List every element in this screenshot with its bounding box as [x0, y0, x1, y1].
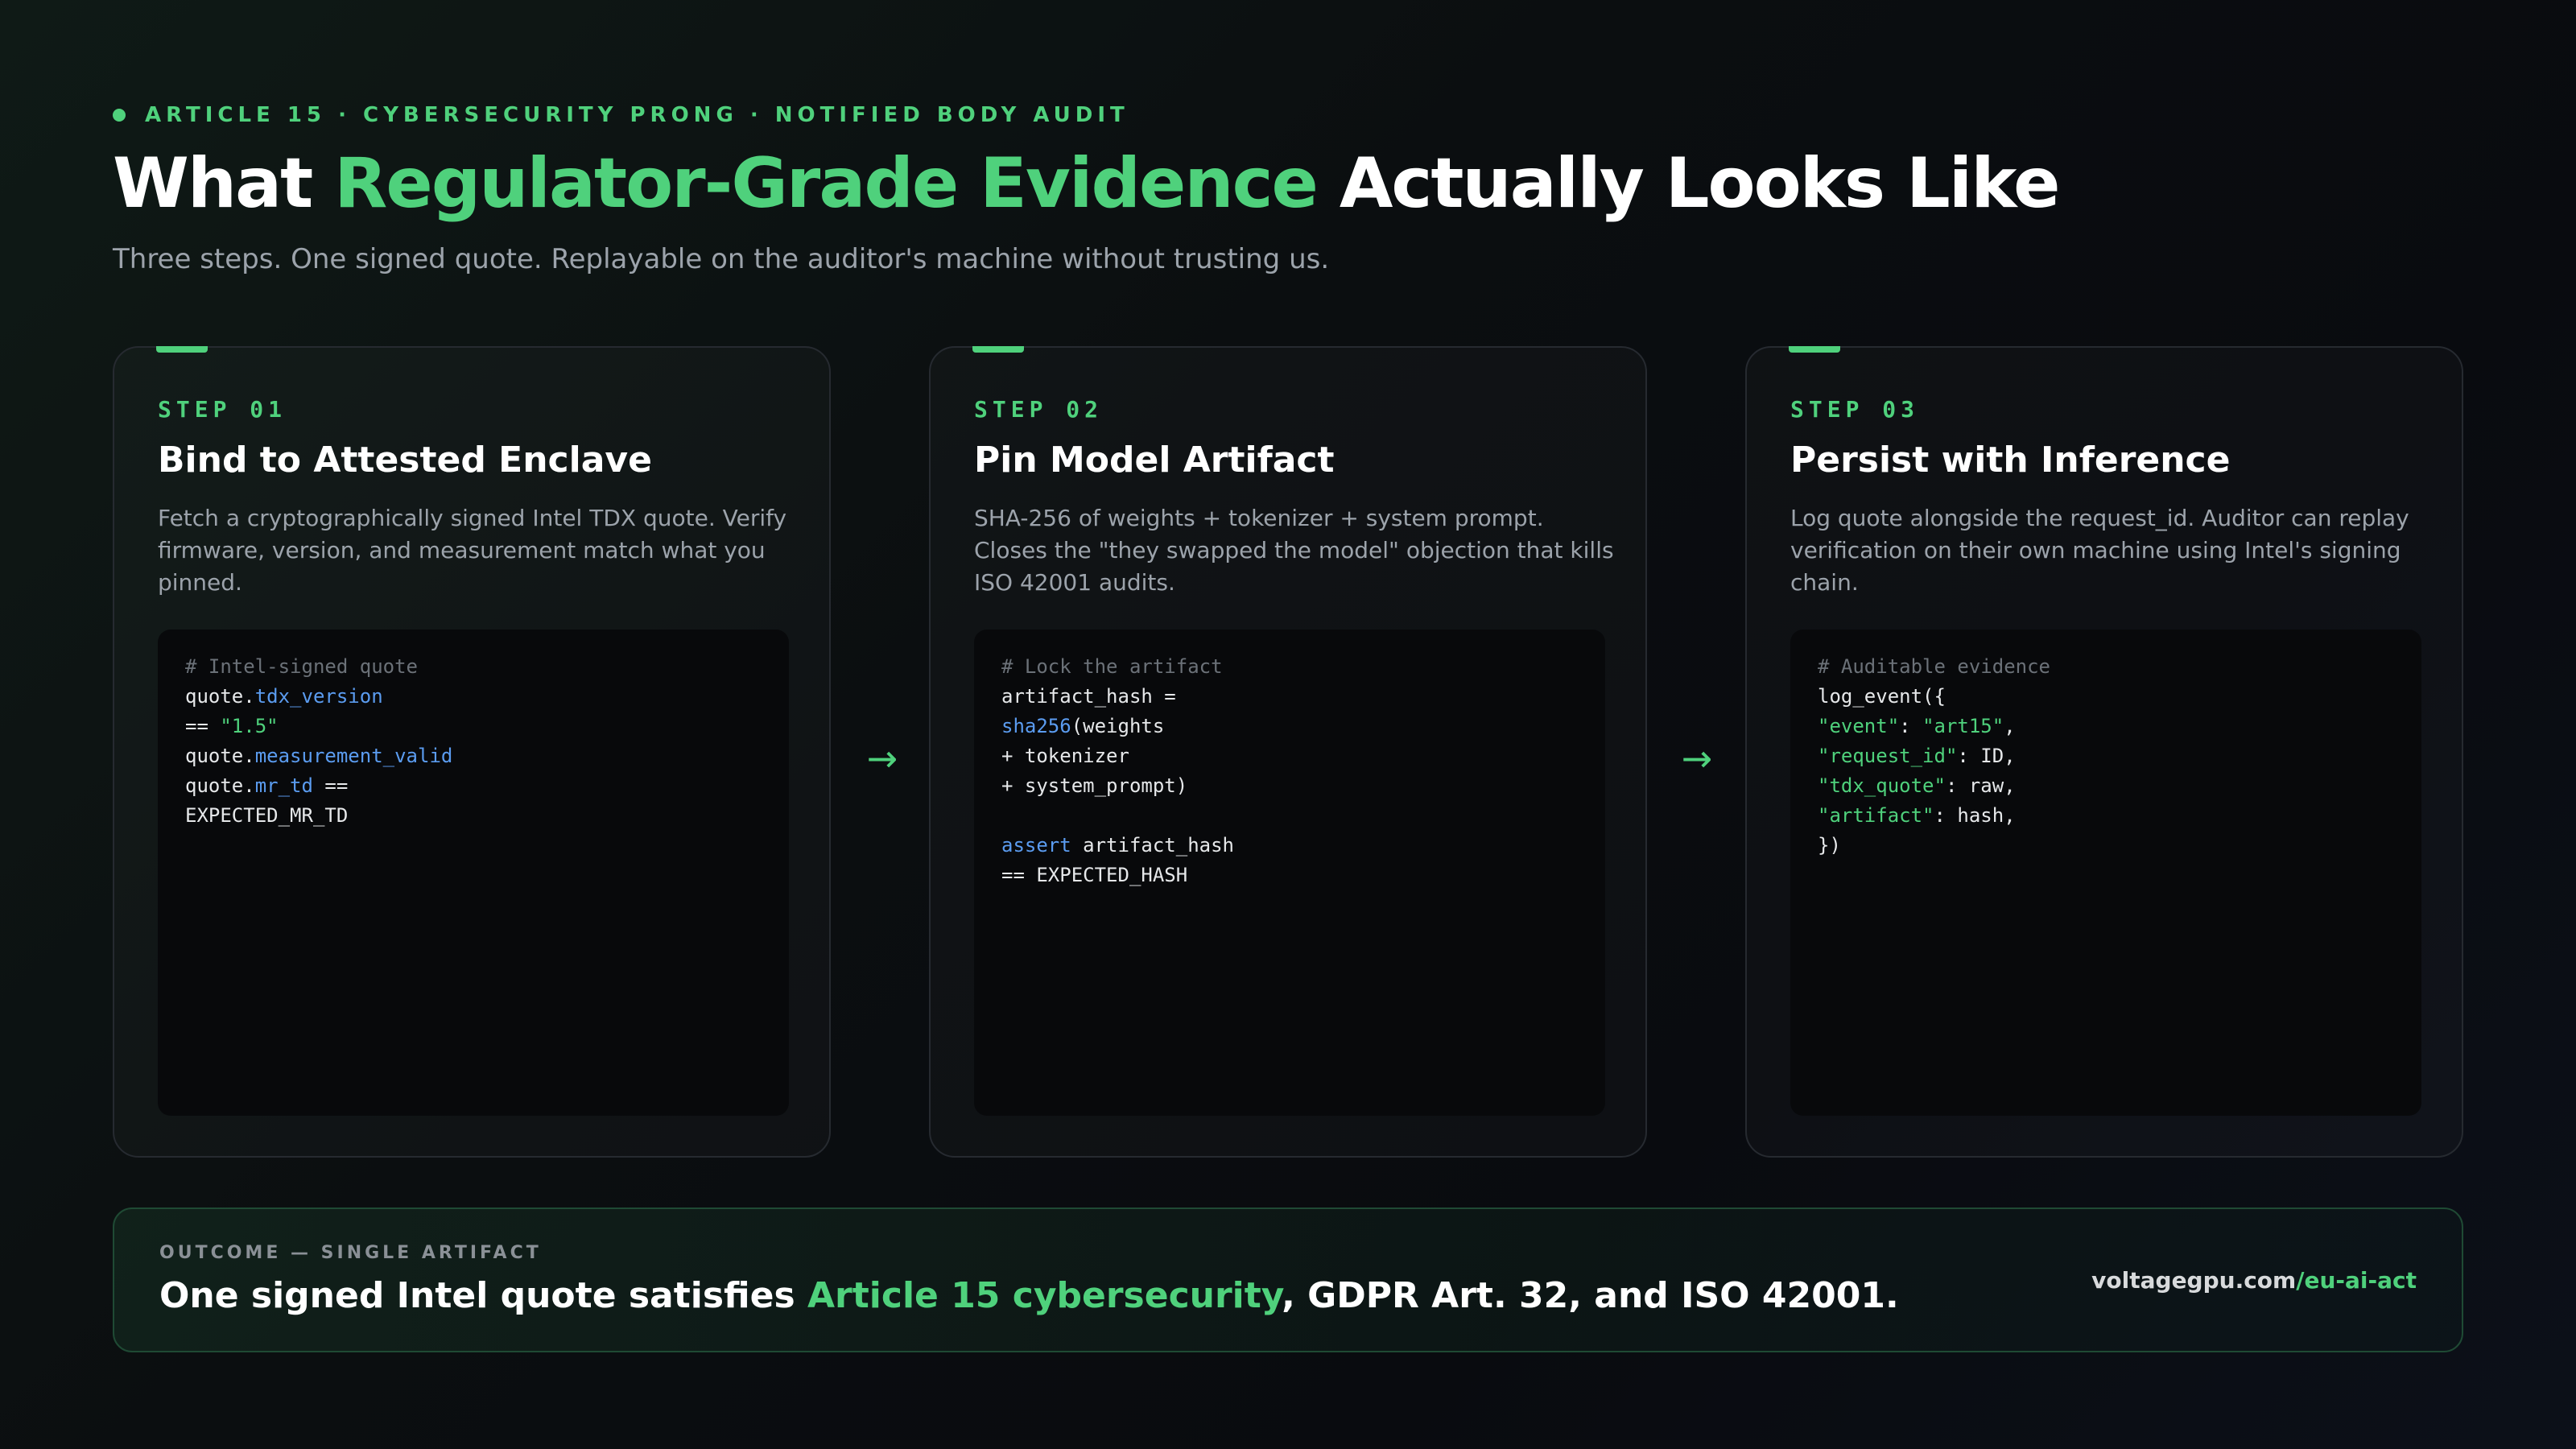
code-token: artifact_hash [1071, 834, 1234, 857]
code-token: + system_prompt) [1001, 774, 1188, 797]
code-token: measurement_valid [254, 745, 453, 767]
code-token: quote. [185, 774, 255, 797]
step-title: Pin Model Artifact [974, 440, 1335, 481]
status-dot-icon [113, 109, 126, 122]
code-token: # Intel-signed quote [185, 655, 418, 678]
code-line: + system_prompt) [1001, 771, 1578, 801]
outcome-banner: OUTCOME — SINGLE ARTIFACT One signed Int… [113, 1208, 2463, 1352]
statement-pre: One signed Intel quote satisfies [159, 1275, 807, 1316]
code-line: == "1.5" [185, 712, 762, 741]
code-line: }) [1818, 831, 2394, 861]
code-token: quote. [185, 685, 255, 708]
code-line: quote.mr_td == [185, 771, 762, 801]
code-token: == [312, 774, 349, 797]
code-token: mr_td [254, 774, 313, 797]
arrow-right-icon: → [866, 737, 898, 780]
outcome-label: OUTCOME — SINGLE ARTIFACT [159, 1243, 542, 1263]
step-description: Fetch a cryptographically signed Intel T… [158, 505, 787, 596]
code-token: "request_id" [1818, 745, 1958, 767]
title-post: Actually Looks Like [1316, 143, 2061, 224]
code-token: : [1899, 715, 1923, 737]
title-accent: Regulator-Grade Evidence [334, 143, 1319, 224]
code-token: , [2004, 715, 2016, 737]
code-token: "art15" [1922, 715, 2004, 737]
card-accent-tab [156, 346, 208, 353]
code-line: # Auditable evidence [1818, 652, 2394, 682]
step-label: STEP 01 [158, 396, 287, 423]
url-path: /eu-ai-act [2296, 1267, 2417, 1294]
arrow-right-icon: → [1681, 737, 1713, 780]
card-accent-tab [972, 346, 1024, 353]
code-line: # Lock the artifact [1001, 652, 1578, 682]
code-token: sha256 [1001, 715, 1071, 737]
code-block: # Lock the artifact artifact_hash = sha256… [974, 630, 1605, 1116]
code-token: assert [1001, 834, 1071, 857]
outcome-statement: One signed Intel quote satisfies Article… [159, 1275, 1899, 1316]
code-token: artifact_hash = [1001, 685, 1176, 708]
code-line: # Intel-signed quote [185, 652, 762, 682]
code-line: == EXPECTED_HASH [1001, 861, 1578, 890]
code-line: "event": "art15", [1818, 712, 2394, 741]
code-line: "artifact": hash, [1818, 801, 2394, 831]
step-title: Persist with Inference [1790, 440, 2231, 481]
step-description: Log quote alongside the request_id. Audi… [1790, 505, 2409, 596]
source-link[interactable]: voltagegpu.com/eu-ai-act [2091, 1267, 2417, 1294]
page-subtitle: Three steps. One signed quote. Replayabl… [113, 243, 1330, 275]
code-token: log_event({ [1818, 685, 1946, 708]
page-title: What Regulator-Grade Evidence Actually L… [113, 143, 2061, 224]
code-line: EXPECTED_MR_TD [185, 801, 762, 831]
code-token: tdx_version [254, 685, 383, 708]
code-token: # Auditable evidence [1818, 655, 2050, 678]
step-card-3: STEP 03 Persist with Inference Log quote… [1745, 346, 2463, 1158]
title-pre: What [113, 143, 335, 224]
code-token: == EXPECTED_HASH [1001, 864, 1188, 886]
step-label: STEP 02 [974, 396, 1104, 423]
code-token: (weights [1071, 715, 1165, 737]
code-line: log_event({ [1818, 682, 2394, 712]
code-line: "tdx_quote": raw, [1818, 771, 2394, 801]
step-title: Bind to Attested Enclave [158, 440, 652, 481]
eyebrow: ARTICLE 15 · CYBERSECURITY PRONG · NOTIF… [113, 103, 1129, 127]
code-token: : hash, [1934, 804, 2016, 827]
code-line: quote.measurement_valid [185, 741, 762, 771]
url-domain: voltagegpu.com [2091, 1267, 2297, 1294]
code-token: : raw, [1945, 774, 2016, 797]
step-card-2: STEP 02 Pin Model Artifact SHA-256 of we… [929, 346, 1647, 1158]
code-token: quote. [185, 745, 255, 767]
code-token: EXPECTED_MR_TD [185, 804, 349, 827]
code-token: : ID, [1957, 745, 2016, 767]
code-token: "artifact" [1818, 804, 1934, 827]
code-line: artifact_hash = [1001, 682, 1578, 712]
step-label: STEP 03 [1790, 396, 1920, 423]
code-line: assert artifact_hash [1001, 831, 1578, 861]
step-description: SHA-256 of weights + tokenizer + system … [974, 505, 1614, 596]
code-token: "1.5" [220, 715, 279, 737]
code-line: quote.tdx_version [185, 682, 762, 712]
card-accent-tab [1789, 346, 1840, 353]
statement-accent: Article 15 cybersecurity [807, 1275, 1282, 1316]
code-token: == [185, 715, 221, 737]
code-token: + tokenizer [1001, 745, 1129, 767]
eyebrow-text: ARTICLE 15 · CYBERSECURITY PRONG · NOTIF… [145, 103, 1129, 127]
code-block: # Auditable evidence log_event({"event": … [1790, 630, 2421, 1116]
code-line: + tokenizer [1001, 741, 1578, 771]
code-token: }) [1818, 834, 1841, 857]
code-line: "request_id": ID, [1818, 741, 2394, 771]
code-line: sha256(weights [1001, 712, 1578, 741]
code-block: # Intel-signed quote quote.tdx_version == … [158, 630, 789, 1116]
code-token: "tdx_quote" [1818, 774, 1946, 797]
code-token: "event" [1818, 715, 1900, 737]
code-token: # Lock the artifact [1001, 655, 1223, 678]
step-card-1: STEP 01 Bind to Attested Enclave Fetch a… [113, 346, 831, 1158]
statement-post: , GDPR Art. 32, and ISO 42001. [1282, 1275, 1899, 1316]
